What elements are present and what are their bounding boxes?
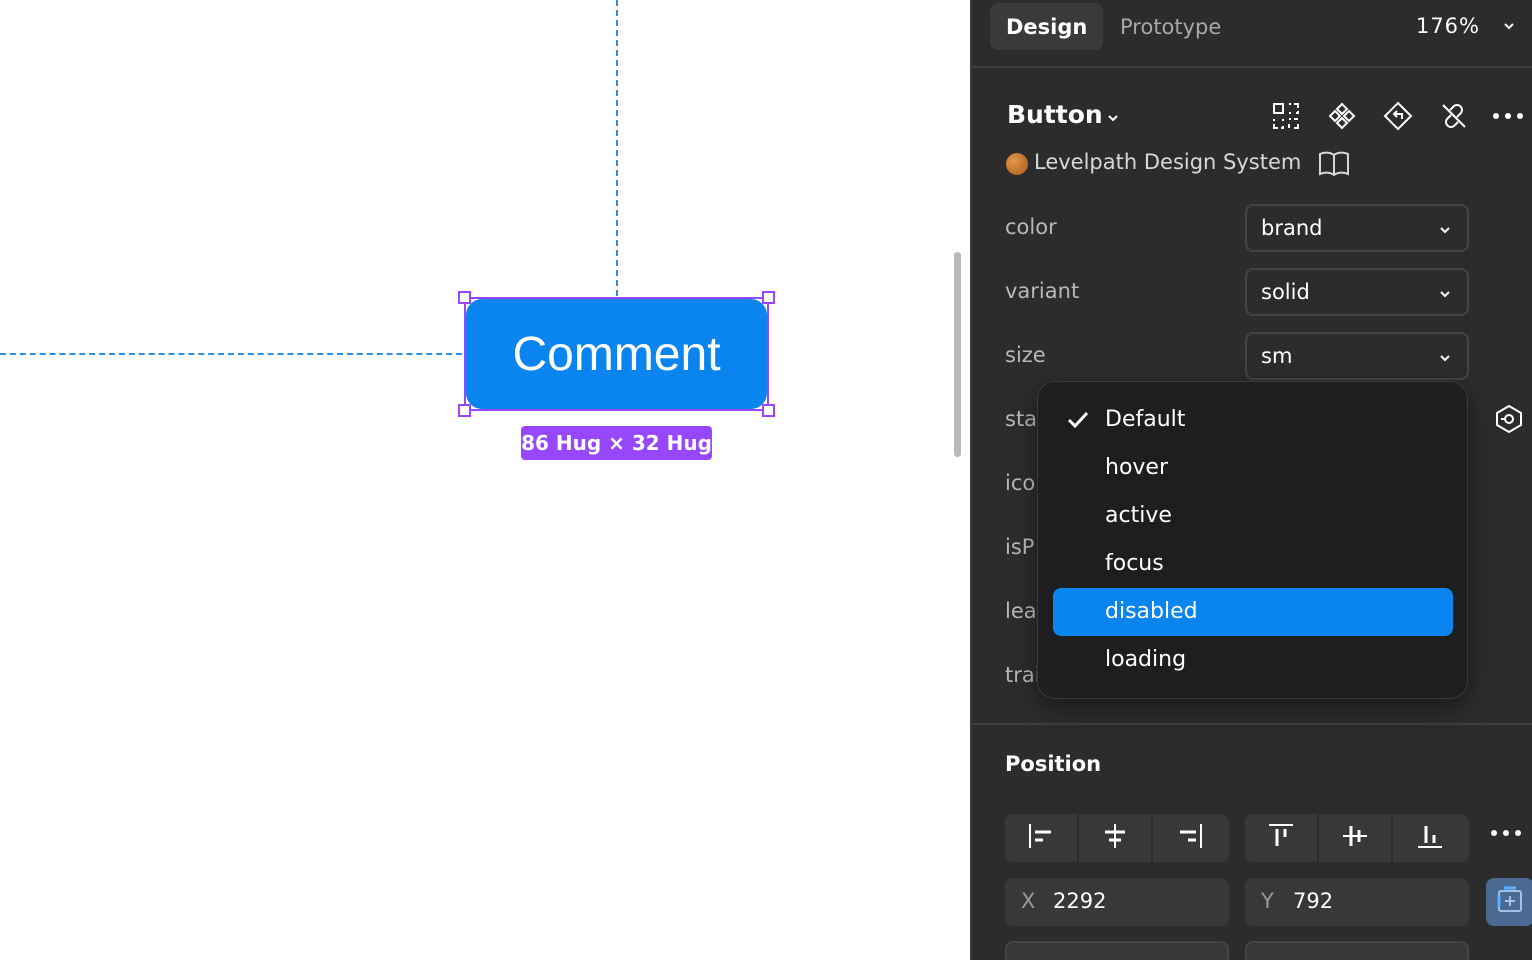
- divider: [972, 723, 1532, 725]
- vertical-guide-line: [616, 0, 618, 296]
- align-bottom-icon: [1416, 822, 1444, 854]
- color-select-value: brand: [1261, 216, 1323, 240]
- menu-item-disabled[interactable]: disabled: [1053, 588, 1453, 636]
- divider: [972, 66, 1532, 68]
- menu-item-label: disabled: [1105, 599, 1198, 624]
- align-left-icon: [1027, 822, 1055, 854]
- horizontal-guide-line: [0, 353, 462, 355]
- design-canvas[interactable]: Comment 86 Hug × 32 Hug: [0, 0, 970, 960]
- constraint-vertical-select[interactable]: [1245, 941, 1469, 960]
- more-icon[interactable]: [1490, 822, 1522, 841]
- y-position-field[interactable]: Y 792: [1245, 878, 1469, 926]
- state-dropdown-menu: Default hover active focus disabled load…: [1037, 381, 1468, 699]
- x-axis-label: X: [1021, 889, 1036, 913]
- zoom-level[interactable]: 176%: [1416, 14, 1480, 38]
- menu-item-label: active: [1105, 503, 1172, 528]
- component-icon[interactable]: [1326, 100, 1358, 132]
- size-select[interactable]: sm: [1245, 332, 1469, 380]
- tab-design[interactable]: Design: [990, 3, 1104, 50]
- constraint-horizontal-select[interactable]: [1005, 941, 1229, 960]
- instance-swap-icon[interactable]: [1494, 404, 1524, 438]
- vertical-align-group: [1245, 814, 1469, 862]
- book-icon[interactable]: [1318, 150, 1350, 180]
- variant-select-value: solid: [1261, 280, 1310, 304]
- prop-label-size: size: [1005, 343, 1046, 367]
- checkmark-icon: [1067, 410, 1089, 434]
- chevron-down-icon: [1439, 222, 1451, 241]
- resize-handle-top-left[interactable]: [458, 291, 471, 304]
- prop-label-trailing: trai: [1005, 663, 1041, 687]
- menu-item-active[interactable]: active: [1053, 492, 1453, 540]
- menu-item-hover[interactable]: hover: [1053, 444, 1453, 492]
- y-position-value: 792: [1293, 889, 1334, 913]
- library-dot-icon: [1006, 153, 1028, 175]
- menu-item-focus[interactable]: focus: [1053, 540, 1453, 588]
- more-icon[interactable]: [1492, 100, 1524, 132]
- prop-label-state: sta: [1005, 407, 1038, 431]
- menu-item-label: hover: [1105, 455, 1169, 480]
- align-left-button[interactable]: [1005, 814, 1079, 862]
- align-middle-button[interactable]: [1319, 814, 1393, 862]
- prop-label-isp: isP: [1005, 535, 1035, 559]
- align-top-button[interactable]: [1245, 814, 1319, 862]
- resize-handle-bottom-left[interactable]: [458, 404, 471, 417]
- chevron-down-icon[interactable]: [1502, 16, 1516, 40]
- x-position-value: 2292: [1053, 889, 1107, 913]
- align-center-button[interactable]: [1079, 814, 1153, 862]
- size-badge: 86 Hug × 32 Hug: [521, 426, 712, 460]
- x-position-field[interactable]: X 2292: [1005, 878, 1229, 926]
- resize-handle-bottom-right[interactable]: [762, 404, 775, 417]
- prop-label-variant: variant: [1005, 279, 1080, 303]
- chevron-down-icon: [1439, 350, 1451, 369]
- go-to-main-icon[interactable]: [1382, 100, 1414, 132]
- resize-handle-top-right[interactable]: [762, 291, 775, 304]
- position-section-title: Position: [1005, 752, 1102, 776]
- color-select[interactable]: brand: [1245, 204, 1469, 252]
- align-right-button[interactable]: [1153, 814, 1227, 862]
- align-middle-icon: [1341, 822, 1369, 854]
- selection-frame: [464, 297, 769, 411]
- horizontal-align-group: [1005, 814, 1229, 862]
- menu-item-loading[interactable]: loading: [1053, 636, 1453, 684]
- constraint-icon: [1495, 885, 1525, 919]
- variant-select[interactable]: solid: [1245, 268, 1469, 316]
- prop-label-icon: ico: [1005, 471, 1036, 495]
- menu-item-default[interactable]: Default: [1053, 396, 1453, 444]
- align-top-icon: [1267, 822, 1295, 854]
- menu-item-label: loading: [1105, 647, 1187, 672]
- prop-label-leading: lea: [1005, 599, 1037, 623]
- menu-item-label: focus: [1105, 551, 1164, 576]
- detach-icon[interactable]: [1438, 100, 1470, 132]
- tab-prototype[interactable]: Prototype: [1104, 3, 1237, 50]
- library-name[interactable]: Levelpath Design System: [1034, 150, 1301, 174]
- chevron-down-icon: [1439, 286, 1451, 305]
- component-title[interactable]: Button: [1007, 100, 1103, 129]
- align-center-icon: [1101, 822, 1129, 854]
- canvas-scrollbar[interactable]: [954, 252, 961, 457]
- align-right-icon: [1176, 822, 1204, 854]
- constraints-button[interactable]: [1486, 878, 1532, 926]
- auto-layout-grid-icon[interactable]: [1270, 100, 1302, 132]
- align-bottom-button[interactable]: [1393, 814, 1467, 862]
- chevron-down-icon[interactable]: [1106, 108, 1120, 132]
- size-select-value: sm: [1261, 344, 1293, 368]
- y-axis-label: Y: [1261, 889, 1274, 913]
- menu-item-label: Default: [1105, 407, 1186, 432]
- prop-label-color: color: [1005, 215, 1057, 239]
